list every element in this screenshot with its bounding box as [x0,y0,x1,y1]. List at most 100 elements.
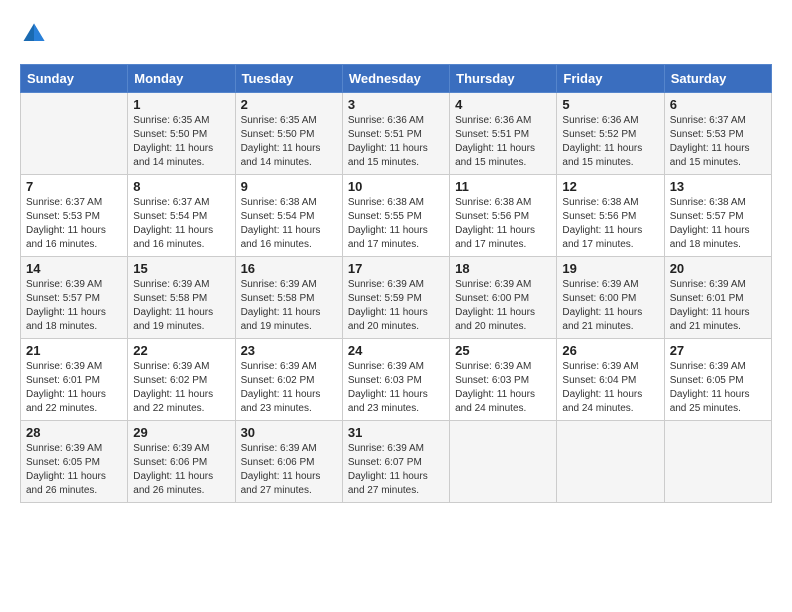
calendar-day-cell: 15 Sunrise: 6:39 AMSunset: 5:58 PMDaylig… [128,257,235,339]
day-of-week-header: Friday [557,65,664,93]
day-of-week-header: Sunday [21,65,128,93]
calendar-day-cell: 23 Sunrise: 6:39 AMSunset: 6:02 PMDaylig… [235,339,342,421]
day-number: 30 [241,425,337,440]
day-number: 1 [133,97,229,112]
calendar-week-row: 28 Sunrise: 6:39 AMSunset: 6:05 PMDaylig… [21,421,772,503]
day-detail: Sunrise: 6:39 AMSunset: 6:00 PMDaylight:… [562,279,642,332]
day-detail: Sunrise: 6:39 AMSunset: 6:01 PMDaylight:… [26,361,106,414]
calendar-day-cell: 2 Sunrise: 6:35 AMSunset: 5:50 PMDayligh… [235,93,342,175]
day-detail: Sunrise: 6:39 AMSunset: 5:58 PMDaylight:… [133,279,213,332]
day-number: 25 [455,343,551,358]
calendar-day-cell: 27 Sunrise: 6:39 AMSunset: 6:05 PMDaylig… [664,339,771,421]
calendar-day-cell: 21 Sunrise: 6:39 AMSunset: 6:01 PMDaylig… [21,339,128,421]
day-detail: Sunrise: 6:39 AMSunset: 6:04 PMDaylight:… [562,361,642,414]
calendar-day-cell [450,421,557,503]
calendar-day-cell: 22 Sunrise: 6:39 AMSunset: 6:02 PMDaylig… [128,339,235,421]
day-number: 15 [133,261,229,276]
day-detail: Sunrise: 6:39 AMSunset: 6:06 PMDaylight:… [241,443,321,496]
day-detail: Sunrise: 6:39 AMSunset: 5:59 PMDaylight:… [348,279,428,332]
day-number: 28 [26,425,122,440]
day-detail: Sunrise: 6:39 AMSunset: 6:00 PMDaylight:… [455,279,535,332]
calendar-day-cell: 25 Sunrise: 6:39 AMSunset: 6:03 PMDaylig… [450,339,557,421]
day-detail: Sunrise: 6:38 AMSunset: 5:56 PMDaylight:… [455,197,535,250]
calendar-day-cell: 18 Sunrise: 6:39 AMSunset: 6:00 PMDaylig… [450,257,557,339]
calendar-day-cell: 28 Sunrise: 6:39 AMSunset: 6:05 PMDaylig… [21,421,128,503]
day-detail: Sunrise: 6:35 AMSunset: 5:50 PMDaylight:… [241,115,321,168]
logo-icon [20,20,48,48]
day-number: 23 [241,343,337,358]
calendar-day-cell: 14 Sunrise: 6:39 AMSunset: 5:57 PMDaylig… [21,257,128,339]
calendar-week-row: 14 Sunrise: 6:39 AMSunset: 5:57 PMDaylig… [21,257,772,339]
day-of-week-header: Thursday [450,65,557,93]
day-number: 13 [670,179,766,194]
day-of-week-header: Monday [128,65,235,93]
calendar-day-cell: 17 Sunrise: 6:39 AMSunset: 5:59 PMDaylig… [342,257,449,339]
day-detail: Sunrise: 6:39 AMSunset: 5:58 PMDaylight:… [241,279,321,332]
day-number: 10 [348,179,444,194]
calendar-day-cell: 19 Sunrise: 6:39 AMSunset: 6:00 PMDaylig… [557,257,664,339]
calendar-header-row: SundayMondayTuesdayWednesdayThursdayFrid… [21,65,772,93]
calendar-day-cell: 8 Sunrise: 6:37 AMSunset: 5:54 PMDayligh… [128,175,235,257]
day-detail: Sunrise: 6:39 AMSunset: 6:05 PMDaylight:… [26,443,106,496]
day-number: 14 [26,261,122,276]
day-detail: Sunrise: 6:39 AMSunset: 6:03 PMDaylight:… [348,361,428,414]
calendar-day-cell: 16 Sunrise: 6:39 AMSunset: 5:58 PMDaylig… [235,257,342,339]
day-detail: Sunrise: 6:35 AMSunset: 5:50 PMDaylight:… [133,115,213,168]
day-number: 26 [562,343,658,358]
calendar-day-cell: 5 Sunrise: 6:36 AMSunset: 5:52 PMDayligh… [557,93,664,175]
day-number: 8 [133,179,229,194]
calendar-day-cell [664,421,771,503]
calendar-day-cell: 11 Sunrise: 6:38 AMSunset: 5:56 PMDaylig… [450,175,557,257]
day-detail: Sunrise: 6:36 AMSunset: 5:52 PMDaylight:… [562,115,642,168]
day-of-week-header: Tuesday [235,65,342,93]
calendar-day-cell: 1 Sunrise: 6:35 AMSunset: 5:50 PMDayligh… [128,93,235,175]
day-number: 4 [455,97,551,112]
day-number: 22 [133,343,229,358]
page-header [20,20,772,48]
day-number: 31 [348,425,444,440]
calendar-day-cell [21,93,128,175]
calendar-week-row: 21 Sunrise: 6:39 AMSunset: 6:01 PMDaylig… [21,339,772,421]
calendar-day-cell: 24 Sunrise: 6:39 AMSunset: 6:03 PMDaylig… [342,339,449,421]
day-of-week-header: Saturday [664,65,771,93]
day-detail: Sunrise: 6:37 AMSunset: 5:53 PMDaylight:… [26,197,106,250]
day-number: 17 [348,261,444,276]
day-number: 11 [455,179,551,194]
day-detail: Sunrise: 6:39 AMSunset: 6:06 PMDaylight:… [133,443,213,496]
day-detail: Sunrise: 6:39 AMSunset: 6:02 PMDaylight:… [241,361,321,414]
day-number: 21 [26,343,122,358]
calendar-day-cell: 13 Sunrise: 6:38 AMSunset: 5:57 PMDaylig… [664,175,771,257]
day-number: 29 [133,425,229,440]
calendar-week-row: 7 Sunrise: 6:37 AMSunset: 5:53 PMDayligh… [21,175,772,257]
calendar-day-cell: 10 Sunrise: 6:38 AMSunset: 5:55 PMDaylig… [342,175,449,257]
calendar-day-cell: 29 Sunrise: 6:39 AMSunset: 6:06 PMDaylig… [128,421,235,503]
day-number: 6 [670,97,766,112]
calendar-day-cell: 26 Sunrise: 6:39 AMSunset: 6:04 PMDaylig… [557,339,664,421]
day-detail: Sunrise: 6:39 AMSunset: 6:02 PMDaylight:… [133,361,213,414]
day-number: 2 [241,97,337,112]
calendar-day-cell: 3 Sunrise: 6:36 AMSunset: 5:51 PMDayligh… [342,93,449,175]
day-detail: Sunrise: 6:39 AMSunset: 6:01 PMDaylight:… [670,279,750,332]
day-of-week-header: Wednesday [342,65,449,93]
day-detail: Sunrise: 6:37 AMSunset: 5:54 PMDaylight:… [133,197,213,250]
day-number: 3 [348,97,444,112]
calendar-day-cell [557,421,664,503]
day-detail: Sunrise: 6:36 AMSunset: 5:51 PMDaylight:… [348,115,428,168]
day-number: 7 [26,179,122,194]
calendar-day-cell: 31 Sunrise: 6:39 AMSunset: 6:07 PMDaylig… [342,421,449,503]
day-number: 19 [562,261,658,276]
day-number: 20 [670,261,766,276]
day-number: 24 [348,343,444,358]
day-number: 5 [562,97,658,112]
day-number: 9 [241,179,337,194]
day-detail: Sunrise: 6:38 AMSunset: 5:57 PMDaylight:… [670,197,750,250]
day-detail: Sunrise: 6:39 AMSunset: 5:57 PMDaylight:… [26,279,106,332]
day-number: 27 [670,343,766,358]
calendar-week-row: 1 Sunrise: 6:35 AMSunset: 5:50 PMDayligh… [21,93,772,175]
calendar-day-cell: 30 Sunrise: 6:39 AMSunset: 6:06 PMDaylig… [235,421,342,503]
day-detail: Sunrise: 6:39 AMSunset: 6:05 PMDaylight:… [670,361,750,414]
day-number: 12 [562,179,658,194]
day-detail: Sunrise: 6:38 AMSunset: 5:56 PMDaylight:… [562,197,642,250]
calendar-day-cell: 6 Sunrise: 6:37 AMSunset: 5:53 PMDayligh… [664,93,771,175]
logo [20,20,52,48]
